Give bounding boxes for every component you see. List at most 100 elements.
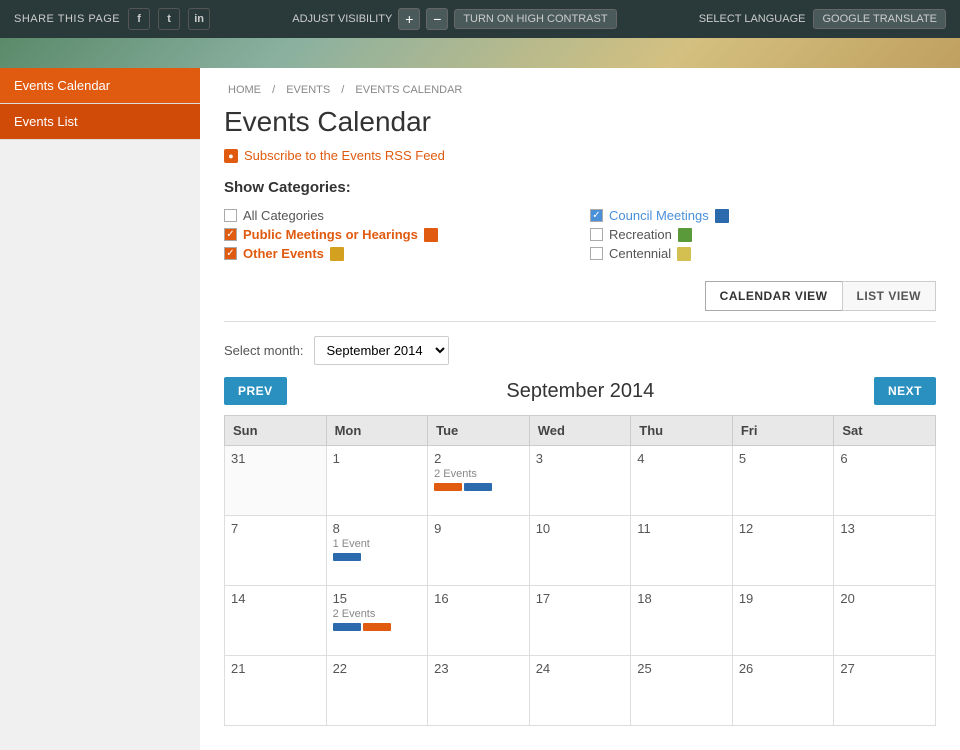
day-number: 14 — [231, 591, 320, 606]
sidebar-item-events-calendar[interactable]: Events Calendar — [0, 68, 200, 104]
table-row[interactable]: 27 — [834, 656, 936, 726]
cat-council-label: Council Meetings — [609, 208, 709, 223]
table-row[interactable]: 4 — [631, 446, 733, 516]
translate-button[interactable]: GOOGLE TRANSLATE — [813, 9, 946, 29]
table-row[interactable]: 18 — [631, 586, 733, 656]
calendar-nav: PREV September 2014 NEXT — [224, 377, 936, 405]
calendar-view-button[interactable]: CALENDAR VIEW — [705, 281, 842, 311]
table-row[interactable]: 22 Events — [428, 446, 530, 516]
day-number: 11 — [637, 521, 726, 536]
view-toggle: CALENDAR VIEW LIST VIEW — [224, 281, 936, 322]
day-number: 3 — [536, 451, 625, 466]
table-row[interactable]: 11 — [631, 516, 733, 586]
category-centennial: Centennial — [590, 246, 936, 261]
table-row[interactable]: 25 — [631, 656, 733, 726]
cat-recreation-color — [678, 228, 692, 242]
event-bar — [464, 483, 492, 491]
cat-centennial-label: Centennial — [609, 246, 671, 261]
day-number: 20 — [840, 591, 929, 606]
rss-link[interactable]: ● Subscribe to the Events RSS Feed — [224, 148, 936, 163]
day-number: 8 — [333, 521, 422, 536]
day-number: 23 — [434, 661, 523, 676]
cat-all-checkbox[interactable] — [224, 209, 237, 222]
category-other: ✓ Other Events — [224, 246, 570, 261]
event-bar — [333, 553, 361, 561]
breadcrumb-home[interactable]: HOME — [228, 84, 261, 96]
cat-council-color — [715, 209, 729, 223]
day-number: 19 — [739, 591, 828, 606]
day-number: 25 — [637, 661, 726, 676]
language-section: SELECT LANGUAGE GOOGLE TRANSLATE — [699, 9, 946, 29]
adjust-label: ADJUST VISIBILITY — [292, 13, 392, 25]
table-row[interactable]: 5 — [732, 446, 834, 516]
linkedin-icon[interactable]: in — [188, 8, 210, 30]
prev-button[interactable]: PREV — [224, 377, 287, 405]
table-row[interactable]: 6 — [834, 446, 936, 516]
month-selector: Select month: August 2014 September 2014… — [224, 336, 936, 365]
main-content: HOME / EVENTS / EVENTS CALENDAR Events C… — [200, 68, 960, 750]
table-row[interactable]: 26 — [732, 656, 834, 726]
cat-centennial-color — [677, 247, 691, 261]
table-row[interactable]: 13 — [834, 516, 936, 586]
table-row[interactable]: 31 — [225, 446, 327, 516]
day-number: 26 — [739, 661, 828, 676]
breadcrumb-sep2: / — [341, 84, 347, 96]
table-row[interactable]: 16 — [428, 586, 530, 656]
facebook-icon[interactable]: f — [128, 8, 150, 30]
cat-other-checkbox[interactable]: ✓ — [224, 247, 237, 260]
day-number: 22 — [333, 661, 422, 676]
table-row[interactable]: 24 — [529, 656, 631, 726]
table-row[interactable]: 81 Event — [326, 516, 428, 586]
event-bars — [434, 483, 523, 491]
table-row[interactable]: 17 — [529, 586, 631, 656]
col-thu: Thu — [631, 416, 733, 446]
decrease-font-button[interactable]: − — [426, 8, 448, 30]
day-number: 10 — [536, 521, 625, 536]
categories-label: Show Categories: — [224, 179, 936, 196]
day-number: 17 — [536, 591, 625, 606]
next-button[interactable]: NEXT — [874, 377, 936, 405]
cat-public-color — [424, 228, 438, 242]
breadcrumb-sep1: / — [272, 84, 278, 96]
table-row[interactable]: 12 — [732, 516, 834, 586]
day-number: 5 — [739, 451, 828, 466]
cat-council-checkbox[interactable]: ✓ — [590, 209, 603, 222]
table-row[interactable]: 152 Events — [326, 586, 428, 656]
day-number: 1 — [333, 451, 422, 466]
table-row[interactable]: 22 — [326, 656, 428, 726]
rss-icon: ● — [224, 149, 238, 163]
table-row[interactable]: 7 — [225, 516, 327, 586]
calendar-table: Sun Mon Tue Wed Thu Fri Sat 31122 Events… — [224, 415, 936, 726]
contrast-button[interactable]: TURN ON HIGH CONTRAST — [454, 9, 616, 29]
breadcrumb-current: EVENTS CALENDAR — [355, 84, 462, 96]
accessibility-section: ADJUST VISIBILITY + − TURN ON HIGH CONTR… — [292, 8, 616, 30]
day-number: 16 — [434, 591, 523, 606]
cat-recreation-checkbox[interactable] — [590, 228, 603, 241]
col-sun: Sun — [225, 416, 327, 446]
table-row[interactable]: 1 — [326, 446, 428, 516]
breadcrumb-events[interactable]: EVENTS — [286, 84, 330, 96]
table-row[interactable]: 9 — [428, 516, 530, 586]
cat-public-checkbox[interactable]: ✓ — [224, 228, 237, 241]
table-row[interactable]: 19 — [732, 586, 834, 656]
table-row[interactable]: 3 — [529, 446, 631, 516]
list-view-button[interactable]: LIST VIEW — [842, 281, 937, 311]
table-row[interactable]: 20 — [834, 586, 936, 656]
sidebar-item-events-list[interactable]: Events List — [0, 104, 200, 140]
day-number: 31 — [231, 451, 320, 466]
cat-centennial-checkbox[interactable] — [590, 247, 603, 260]
increase-font-button[interactable]: + — [398, 8, 420, 30]
categories-grid: All Categories ✓ Public Meetings or Hear… — [224, 208, 936, 265]
twitter-icon[interactable]: t — [158, 8, 180, 30]
table-row[interactable]: 21 — [225, 656, 327, 726]
top-bar: SHARE THIS PAGE f t in ADJUST VISIBILITY… — [0, 0, 960, 38]
day-number: 9 — [434, 521, 523, 536]
month-select-dropdown[interactable]: August 2014 September 2014 October 2014 — [314, 336, 449, 365]
table-row[interactable]: 10 — [529, 516, 631, 586]
event-count: 2 Events — [434, 468, 523, 480]
day-number: 7 — [231, 521, 320, 536]
table-row[interactable]: 14 — [225, 586, 327, 656]
rss-link-text: Subscribe to the Events RSS Feed — [244, 148, 445, 163]
table-row[interactable]: 23 — [428, 656, 530, 726]
day-number: 12 — [739, 521, 828, 536]
